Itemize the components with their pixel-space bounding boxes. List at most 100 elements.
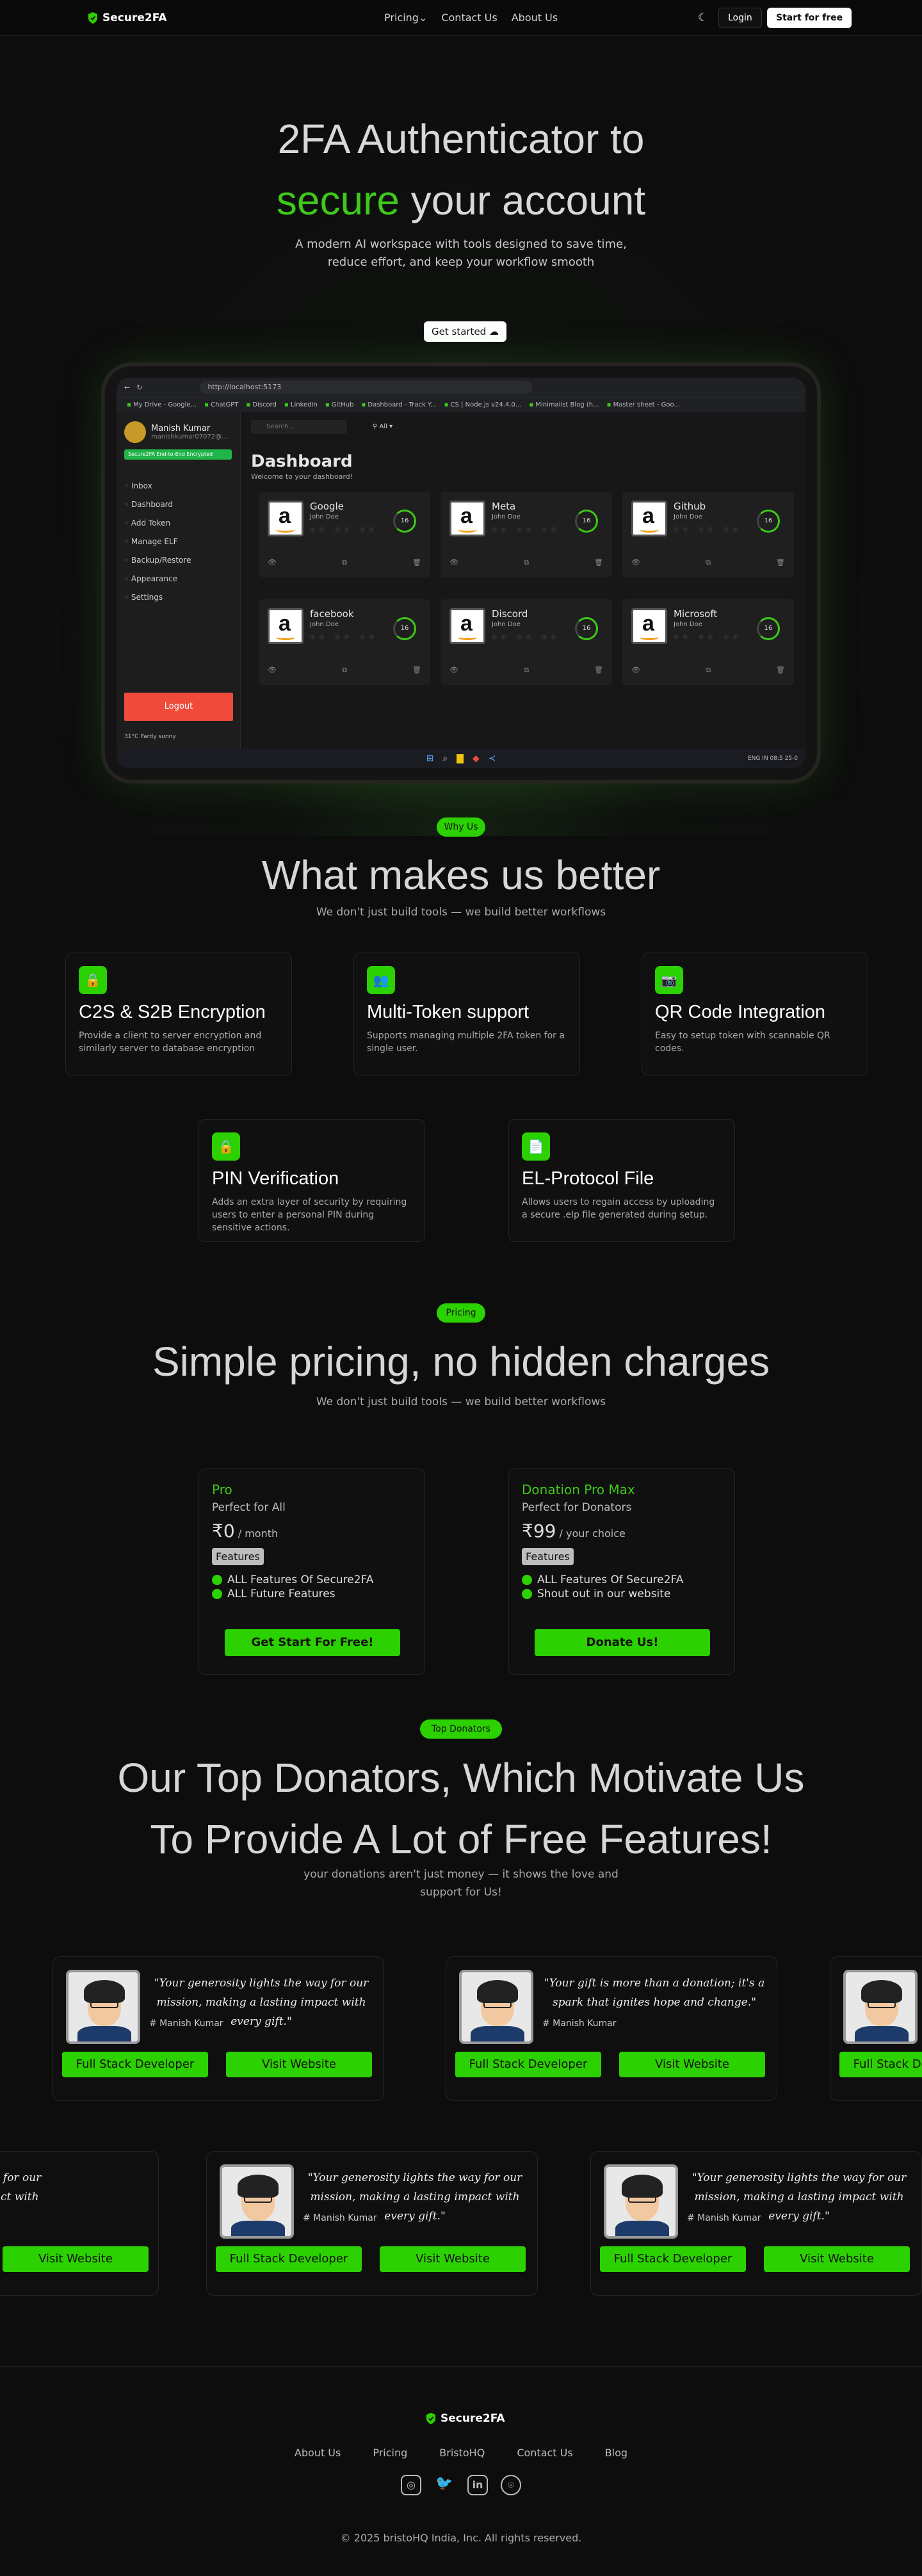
top-donators-pill: Top Donators (420, 1719, 502, 1739)
amazon-logo-icon (631, 501, 667, 536)
visit-website-button[interactable]: Visit Website (226, 2052, 372, 2077)
footer-link-contact[interactable]: Contact Us (517, 2447, 572, 2459)
trash-icon: 🗑 (594, 558, 603, 567)
avatar-glasses (244, 2195, 272, 2203)
role-button[interactable]: Full Stack Developer (216, 2246, 362, 2272)
donators-subtitle: your donations aren't just money — it sh… (303, 1868, 619, 1899)
mockup-menu-inbox: Inbox (124, 481, 191, 490)
feature-title: Multi-Token support (367, 1002, 530, 1022)
donate-button[interactable]: Donate Us! (535, 1629, 710, 1656)
device-mockup: ← ↻ http://localhost:5173 My Drive - Goo… (101, 362, 821, 784)
token-actions: 👁 ⧉ 🗑 (268, 666, 421, 675)
role-button[interactable]: Full Stack Developer (839, 2052, 922, 2077)
mockup-logout: Logout (124, 693, 233, 721)
footer-link-pricing[interactable]: Pricing (373, 2447, 407, 2459)
token-name: facebook (310, 608, 354, 620)
trash-icon: 🗑 (412, 558, 421, 567)
back-icon: ← (124, 383, 131, 392)
donator-avatar (604, 2164, 678, 2239)
plan-features: ALL Features Of Secure2FA ALL Future Fea… (212, 1573, 412, 1601)
bookmark-item: ChatGPT (204, 401, 238, 408)
mockup-dashboard-subtitle: Welcome to your dashboard! (251, 472, 353, 481)
mockup-tray: ENG IN (747, 755, 768, 762)
top-navbar: Secure2FA Pricing⌄ Contact Us About Us ☾… (0, 0, 922, 36)
start-free-button[interactable]: Start for free (767, 8, 852, 28)
role-button[interactable]: Full Stack Developer (62, 2052, 208, 2077)
plan-feature-text: ALL Future Features (227, 1588, 336, 1600)
donator-card: "Your generosity lights the way for our … (53, 1956, 384, 2101)
browser-toolbar: ← ↻ http://localhost:5173 (117, 378, 805, 397)
role-button[interactable]: Full Stack Developer (455, 2052, 601, 2077)
linkedin-icon[interactable]: in (467, 2475, 488, 2495)
browser-url: http://localhost:5173 (200, 381, 533, 394)
bookmark-item: Minimalist Blog (h... (529, 401, 599, 408)
token-name: Google (310, 501, 344, 512)
donator-avatar (220, 2164, 294, 2239)
get-start-free-button[interactable]: Get Start For Free! (225, 1629, 400, 1656)
bullet-icon (522, 1589, 532, 1599)
footer-link-blog[interactable]: Blog (605, 2447, 627, 2459)
footer-link-bristohq[interactable]: BristoHQ (439, 2447, 485, 2459)
visit-website-button[interactable]: Visit Website (380, 2246, 526, 2272)
copyright: © 2025 bristoHQ India, Inc. All rights r… (340, 2532, 582, 2544)
mockup-menu-dashboard: Dashboard (124, 500, 191, 509)
bookmark-item: Discord (246, 401, 277, 408)
role-button[interactable]: Full Stack Developer (600, 2246, 746, 2272)
browser-icon: ◆ (472, 753, 480, 764)
nav-about[interactable]: About Us (512, 12, 558, 24)
avatar-hair (477, 1980, 518, 2003)
avatar-glasses (628, 2195, 656, 2203)
footer-brand[interactable]: Secure2FA (425, 2412, 505, 2425)
copy-icon: ⧉ (706, 666, 711, 674)
copy-icon: ⧉ (524, 558, 529, 567)
donator-name: # Manish Kumar (542, 2018, 617, 2029)
token-code: •• •• •• (310, 525, 378, 535)
visit-website-button[interactable]: Visit Website (764, 2246, 910, 2272)
avatar-body (855, 2026, 909, 2041)
token-code: •• •• •• (310, 632, 378, 643)
mockup-filter-label: All (379, 423, 387, 430)
footer-link-about[interactable]: About Us (295, 2447, 341, 2459)
nav-pricing[interactable]: Pricing⌄ (384, 12, 427, 24)
donator-name: # Manish Kumar (687, 2213, 761, 2223)
visit-website-button[interactable]: Visit Website (619, 2052, 765, 2077)
donator-name: # Manish Kumar (149, 2018, 223, 2029)
brand-name: Secure2FA (102, 12, 167, 24)
brand-logo[interactable]: Secure2FA (87, 12, 167, 24)
avatar-body (615, 2221, 669, 2236)
nav-pricing-label: Pricing (384, 12, 419, 24)
twitter-icon[interactable]: 🐦 (434, 2475, 455, 2495)
github-icon[interactable]: ⌾ (501, 2475, 521, 2495)
instagram-icon[interactable]: ◎ (401, 2475, 421, 2495)
login-button[interactable]: Login (718, 8, 762, 28)
feature-desc: Easy to setup token with scannable QR co… (655, 1031, 830, 1054)
token-user: John Doe (310, 621, 339, 628)
token-actions: 👁 ⧉ 🗑 (449, 666, 603, 675)
mockup-menu-manage-elf: Manage ELF (124, 537, 191, 546)
donator-card: "Your gift is more than a donation; it's… (446, 1956, 777, 2101)
token-code: •• •• •• (674, 525, 742, 535)
bookmark-item: LinkedIn (284, 401, 318, 408)
bookmark-item: Dashboard - Track Y... (361, 401, 436, 408)
token-code: •• •• •• (674, 632, 742, 643)
feature-title: QR Code Integration (655, 1002, 825, 1022)
windows-icon: ⊞ (426, 753, 434, 764)
donators-title-line1: Our Top Donators, Which Motivate Us (117, 1755, 805, 1801)
avatar-hair (861, 1980, 902, 2003)
get-started-button[interactable]: Get started ☁ (424, 321, 506, 342)
nav-contact[interactable]: Contact Us (441, 12, 497, 24)
plan-feature-item: Shout out in our website (522, 1587, 722, 1601)
plan-feature-item: ALL Features Of Secure2FA (212, 1573, 412, 1587)
amazon-logo-icon (268, 608, 303, 644)
mockup-token-card: facebook John Doe •• •• •• 16 👁 ⧉ 🗑 (259, 599, 430, 685)
features-badge: Features (212, 1548, 264, 1565)
visit-website-button[interactable]: Visit Website (3, 2246, 149, 2272)
mockup-menu-appearance: Appearance (124, 574, 191, 583)
bookmark-item: GitHub (325, 401, 354, 408)
copy-icon: ⧉ (342, 558, 347, 567)
plan-period: / month (234, 1527, 279, 1540)
moon-icon[interactable]: ☾ (695, 10, 711, 26)
copy-icon: ⧉ (342, 666, 347, 674)
donators-title-line2: To Provide A Lot of Free Features! (150, 1816, 772, 1862)
mockup-token-card: Google John Doe •• •• •• 16 👁 ⧉ 🗑 (259, 492, 430, 577)
